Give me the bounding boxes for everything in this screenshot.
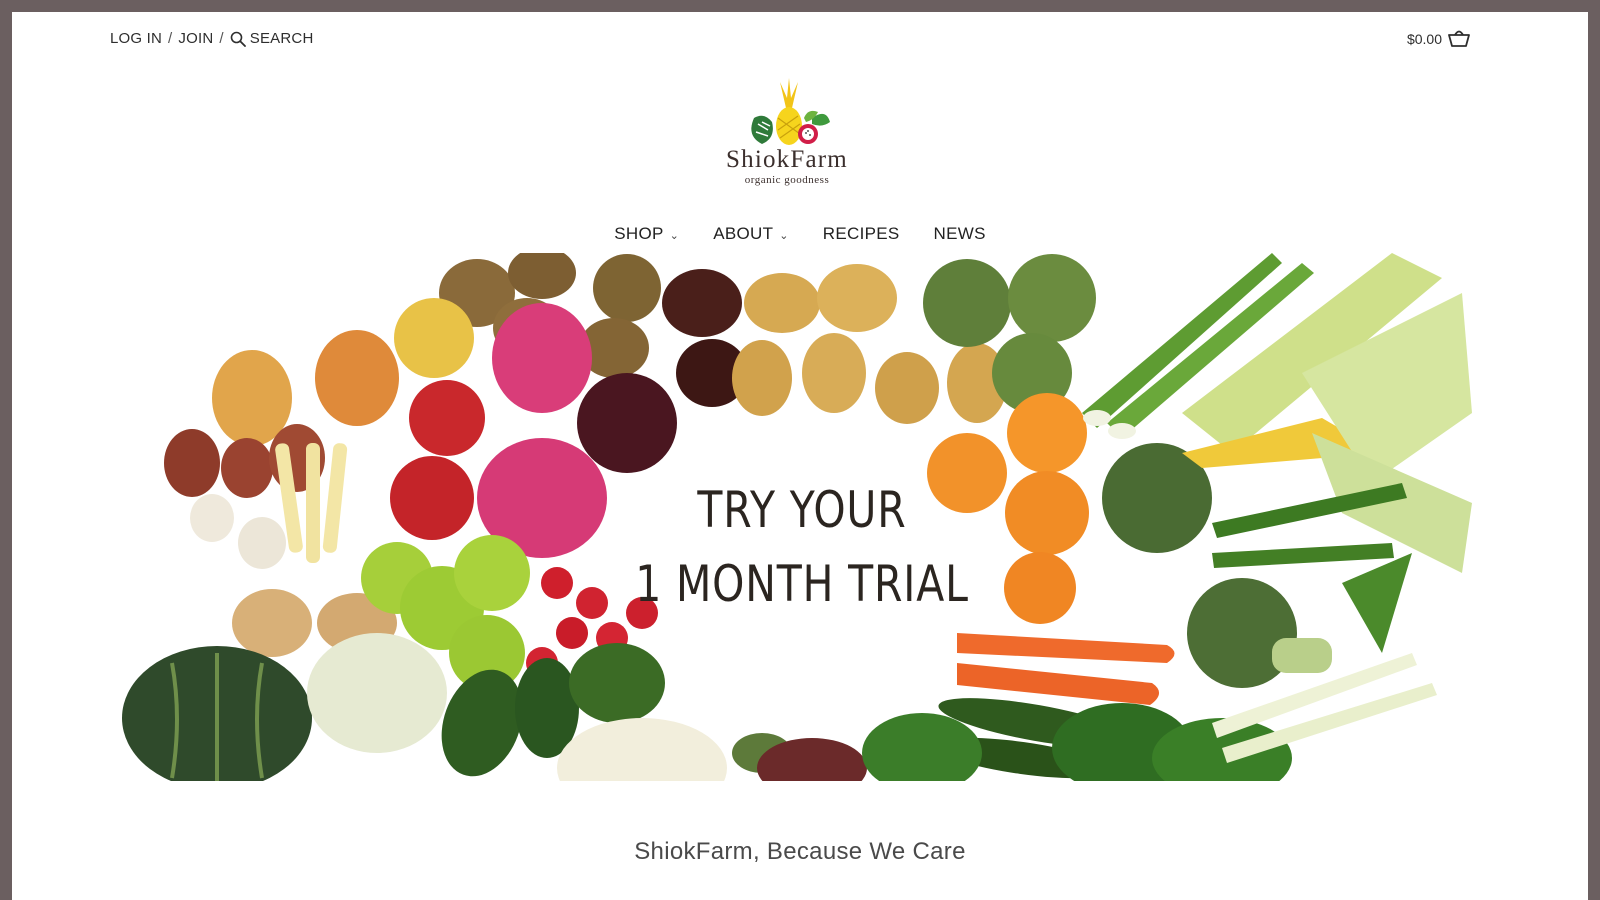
nav-item-label: ABOUT — [713, 224, 774, 243]
search-icon — [230, 31, 246, 47]
intro-heading: ShiokFarm, Because We Care — [634, 838, 966, 865]
separator: / — [219, 30, 224, 47]
nav-item-label: NEWS — [933, 224, 986, 243]
nav-item-news[interactable]: NEWS — [934, 224, 986, 244]
site-logo[interactable]: ShiokFarm organic goodness — [702, 78, 872, 202]
search-link[interactable]: SEARCH — [230, 30, 314, 47]
join-link[interactable]: JOIN — [178, 30, 213, 47]
cart-area: $0.00 — [1407, 30, 1470, 48]
cart-total: $0.00 — [1406, 31, 1442, 47]
account-links: LOG IN / JOIN / SEARCH — [110, 30, 313, 47]
nav-item-recipes[interactable]: RECIPES — [823, 224, 900, 244]
logo-fruit-icon — [751, 78, 830, 145]
logo-name: ShiokFarm — [726, 146, 848, 173]
chevron-down-icon: ⌄ — [669, 229, 680, 242]
hero-line-1: TRY YOUR — [697, 481, 907, 539]
login-link[interactable]: LOG IN — [110, 30, 162, 47]
page: LOG IN / JOIN / SEARCH $0.00 ShiokFarm o… — [12, 12, 1588, 900]
main-nav: SHOP ⌄ ABOUT ⌄ RECIPES NEWS — [12, 224, 1588, 244]
cart-icon — [1448, 30, 1470, 47]
cart-link[interactable]: $0.00 — [1407, 30, 1470, 48]
separator: / — [168, 30, 173, 47]
hero-line-2: 1 MONTH TRIAL — [635, 555, 969, 613]
nav-item-label: RECIPES — [822, 224, 900, 243]
nav-item-label: SHOP — [614, 224, 664, 243]
search-label: SEARCH — [249, 30, 314, 47]
nav-item-about[interactable]: ABOUT ⌄ — [713, 224, 789, 244]
hero-headline: TRY YOUR 1 MONTH TRIAL — [630, 473, 974, 621]
chevron-down-icon: ⌄ — [779, 229, 789, 242]
logo-tagline: organic goodness — [744, 174, 830, 186]
top-bar: LOG IN / JOIN / SEARCH $0.00 — [12, 12, 1588, 68]
nav-item-shop[interactable]: SHOP ⌄ — [614, 224, 679, 244]
hero-banner[interactable]: TRY YOUR 1 MONTH TRIAL — [122, 253, 1472, 781]
